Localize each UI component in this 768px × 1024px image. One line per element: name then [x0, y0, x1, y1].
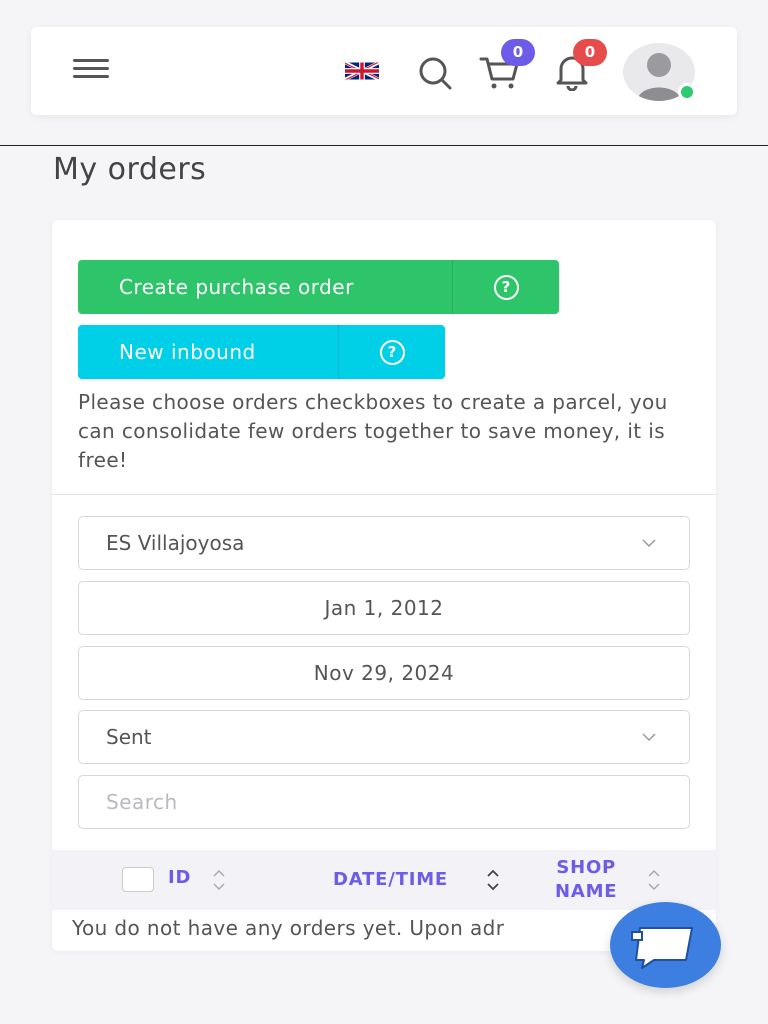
- section-divider: [52, 494, 716, 495]
- new-inbound-button[interactable]: New inbound: [78, 325, 338, 379]
- help-icon: ?: [379, 339, 405, 365]
- select-all-checkbox[interactable]: [122, 867, 154, 892]
- cart-count-badge: 0: [501, 39, 535, 66]
- date-from-value: Jan 1, 2012: [324, 596, 444, 620]
- consolidation-info-text: Please choose orders checkboxes to creat…: [78, 390, 668, 472]
- date-to-value: Nov 29, 2024: [313, 661, 455, 685]
- column-header-datetime[interactable]: DATE/TIME: [333, 869, 448, 890]
- column-header-shop-line1: SHOP: [556, 857, 617, 878]
- chat-button[interactable]: [610, 902, 721, 988]
- status-select-value: Sent: [106, 725, 152, 749]
- sort-icon[interactable]: [647, 867, 661, 893]
- create-purchase-order-button-group: Create purchase order ?: [78, 260, 559, 314]
- help-icon: ?: [493, 274, 519, 300]
- search-input[interactable]: [79, 776, 689, 828]
- chevron-down-icon: [642, 539, 656, 548]
- orders-card: Create purchase order ? New inbound ? Pl…: [52, 220, 716, 951]
- create-purchase-order-help-button[interactable]: ?: [452, 260, 559, 314]
- date-to-field[interactable]: Nov 29, 2024: [78, 646, 690, 700]
- warehouse-select[interactable]: ES Villajoyosa: [78, 516, 690, 570]
- new-inbound-help-button[interactable]: ?: [338, 325, 445, 379]
- new-inbound-button-group: New inbound ?: [78, 325, 445, 379]
- uk-flag-icon[interactable]: [345, 61, 379, 81]
- chat-icon: [631, 927, 693, 969]
- date-from-field[interactable]: Jan 1, 2012: [78, 581, 690, 635]
- page-title: My orders: [53, 152, 207, 187]
- orders-table-header: ID DATE/TIME SHOP NAME: [52, 850, 716, 910]
- column-header-id[interactable]: ID: [168, 867, 191, 888]
- search-icon[interactable]: [417, 55, 453, 91]
- chevron-down-icon: [642, 733, 656, 742]
- header-divider: [0, 145, 768, 146]
- column-header-shop-name[interactable]: SHOP NAME: [555, 856, 617, 904]
- notifications-count-badge: 0: [573, 39, 607, 66]
- online-status-indicator: [678, 83, 696, 101]
- create-purchase-order-button[interactable]: Create purchase order: [78, 260, 452, 314]
- sort-icon[interactable]: [212, 867, 226, 893]
- warehouse-select-value: ES Villajoyosa: [106, 531, 245, 555]
- top-navbar: 0 0: [31, 27, 737, 115]
- empty-orders-message: You do not have any orders yet. Upon adr: [72, 916, 505, 940]
- search-field: [78, 775, 690, 829]
- menu-icon[interactable]: [73, 59, 109, 83]
- column-header-shop-line2: NAME: [555, 881, 618, 902]
- status-select[interactable]: Sent: [78, 710, 690, 764]
- sort-icon[interactable]: [486, 867, 500, 893]
